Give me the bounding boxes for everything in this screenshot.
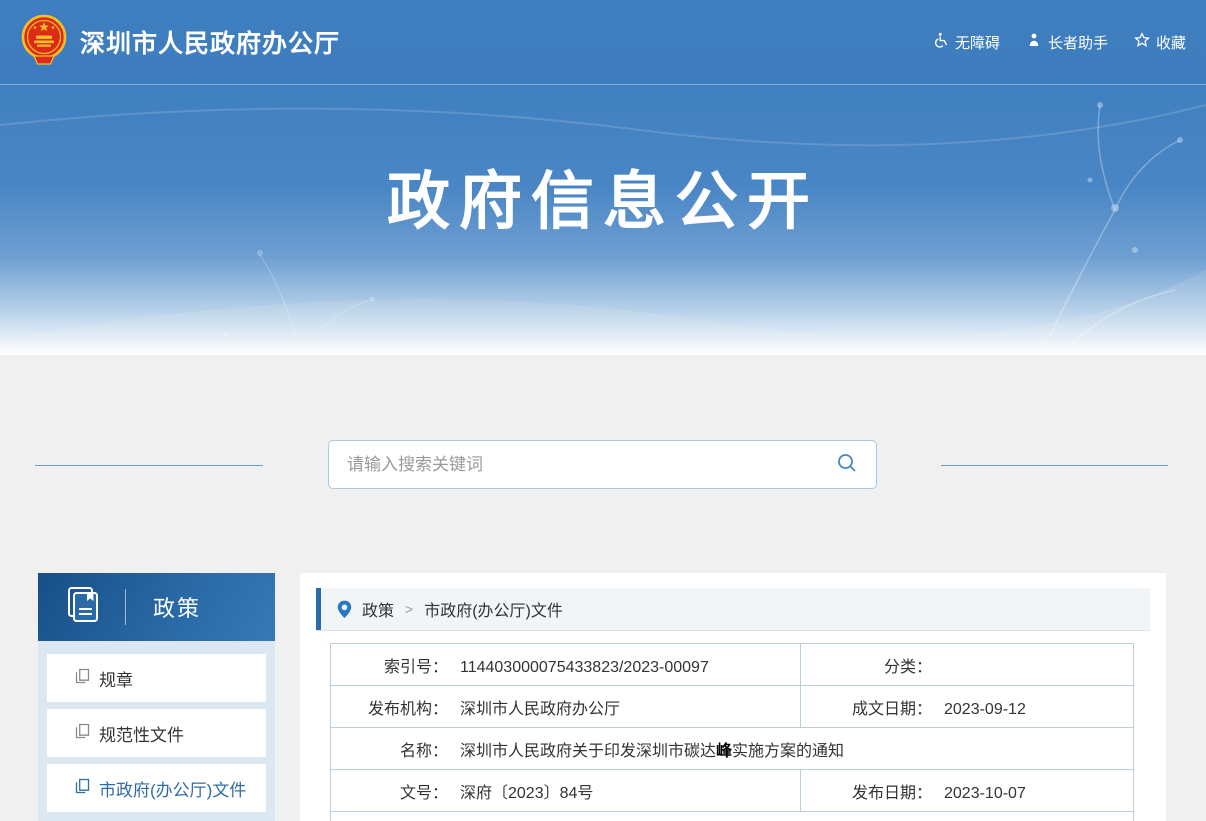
issuing-agency-value: 深圳市人民政府办公厅 [460, 701, 620, 718]
sidebar: 政策 规章 [38, 573, 275, 821]
search-button[interactable] [818, 441, 876, 488]
document-meta-table: 索引号： 114403000075433823/2023-00097 分类： 发布… [330, 643, 1134, 821]
sidebar-divider [125, 589, 126, 625]
favorite-link[interactable]: 收藏 [1134, 32, 1186, 53]
written-date-value: 2023-09-12 [944, 701, 1026, 718]
breadcrumb-separator: > [405, 601, 413, 617]
main-panel: 政策 > 市政府(办公厅)文件 索引号： 114403000075433823/2… [300, 573, 1166, 821]
site-title: 深圳市人民政府办公厅 [80, 24, 340, 60]
document-number-label: 文号： [331, 779, 448, 803]
category-cell: 分类： [801, 644, 1134, 686]
document-icon [75, 723, 90, 744]
elder-assist-link[interactable]: 长者助手 [1026, 32, 1108, 53]
sidebar-item-label: 规章 [99, 666, 133, 691]
index-number-value: 114403000075433823/2023-00097 [460, 659, 709, 676]
decorative-line-right [941, 465, 1168, 466]
issuing-agency-label: 发布机构： [331, 695, 448, 719]
national-emblem-logo [20, 14, 68, 71]
accessibility-label: 无障碍 [955, 32, 1000, 53]
breadcrumb-accent-bar [316, 588, 321, 630]
sidebar-item-municipal-government-documents[interactable]: 市政府(办公厅)文件 [47, 764, 266, 812]
site-brand[interactable]: 深圳市人民政府办公厅 [20, 14, 340, 71]
search-icon [836, 452, 858, 477]
written-date-cell: 成文日期： 2023-09-12 [801, 686, 1134, 728]
publish-date-label: 发布日期： [801, 779, 932, 803]
top-links: 无障碍 长者助手 收藏 [933, 32, 1186, 53]
sidebar-title: 政策 [153, 591, 201, 623]
banner: 政府信息公开 [0, 85, 1206, 355]
wheelchair-icon [933, 32, 949, 52]
decorative-line-left [35, 465, 263, 466]
breadcrumb-item-policy[interactable]: 政策 [362, 597, 394, 621]
table-row: 发布机构： 深圳市人民政府办公厅 成文日期： 2023-09-12 [331, 686, 1134, 728]
table-row: 文号： 深府〔2023〕84号 发布日期： 2023-10-07 [331, 770, 1134, 812]
table-row: 名称： 深圳市人民政府关于印发深圳市碳达峰实施方案的通知 [331, 728, 1134, 770]
table-row [331, 812, 1134, 821]
policy-book-icon [64, 585, 104, 630]
content-cell [331, 812, 1134, 821]
sidebar-item-label: 市政府(办公厅)文件 [99, 776, 246, 801]
person-icon [1026, 32, 1042, 52]
keyword-highlight: 峰 [716, 743, 732, 760]
sidebar-item-label: 规范性文件 [99, 721, 184, 746]
favorite-label: 收藏 [1156, 32, 1186, 53]
sidebar-item-normative-documents[interactable]: 规范性文件 [47, 709, 266, 757]
index-number-label: 索引号： [331, 653, 448, 677]
written-date-label: 成文日期： [801, 695, 932, 719]
publish-date-value: 2023-10-07 [944, 785, 1026, 802]
document-number-value: 深府〔2023〕84号 [460, 785, 593, 802]
elder-assist-label: 长者助手 [1048, 32, 1108, 53]
document-number-cell: 文号： 深府〔2023〕84号 [331, 770, 801, 812]
breadcrumb-item-current: 市政府(办公厅)文件 [424, 597, 563, 621]
breadcrumb: 政策 > 市政府(办公厅)文件 [316, 588, 1150, 631]
index-number-cell: 索引号： 114403000075433823/2023-00097 [331, 644, 801, 686]
content-area: 政策 规章 [0, 355, 1206, 821]
issuing-agency-cell: 发布机构： 深圳市人民政府办公厅 [331, 686, 801, 728]
top-header: 深圳市人民政府办公厅 无障碍 [0, 0, 1206, 85]
search-box [328, 440, 877, 489]
document-icon [75, 668, 90, 689]
search-input[interactable] [329, 441, 818, 488]
location-pin-icon [337, 600, 352, 619]
table-row: 索引号： 114403000075433823/2023-00097 分类： [331, 644, 1134, 686]
document-name-value: 深圳市人民政府关于印发深圳市碳达峰实施方案的通知 [460, 743, 844, 760]
sidebar-header: 政策 [38, 573, 275, 641]
star-icon [1134, 32, 1150, 52]
page-title: 政府信息公开 [0, 151, 1206, 242]
document-name-cell: 名称： 深圳市人民政府关于印发深圳市碳达峰实施方案的通知 [331, 728, 1134, 770]
sidebar-menu: 规章 规范性文件 [38, 641, 275, 812]
page: 深圳市人民政府办公厅 无障碍 [0, 0, 1206, 821]
document-name-label: 名称： [331, 737, 448, 761]
document-icon [75, 778, 90, 799]
category-label: 分类： [801, 653, 932, 677]
sidebar-item-regulations[interactable]: 规章 [47, 654, 266, 702]
accessibility-link[interactable]: 无障碍 [933, 32, 1000, 53]
publish-date-cell: 发布日期： 2023-10-07 [801, 770, 1134, 812]
